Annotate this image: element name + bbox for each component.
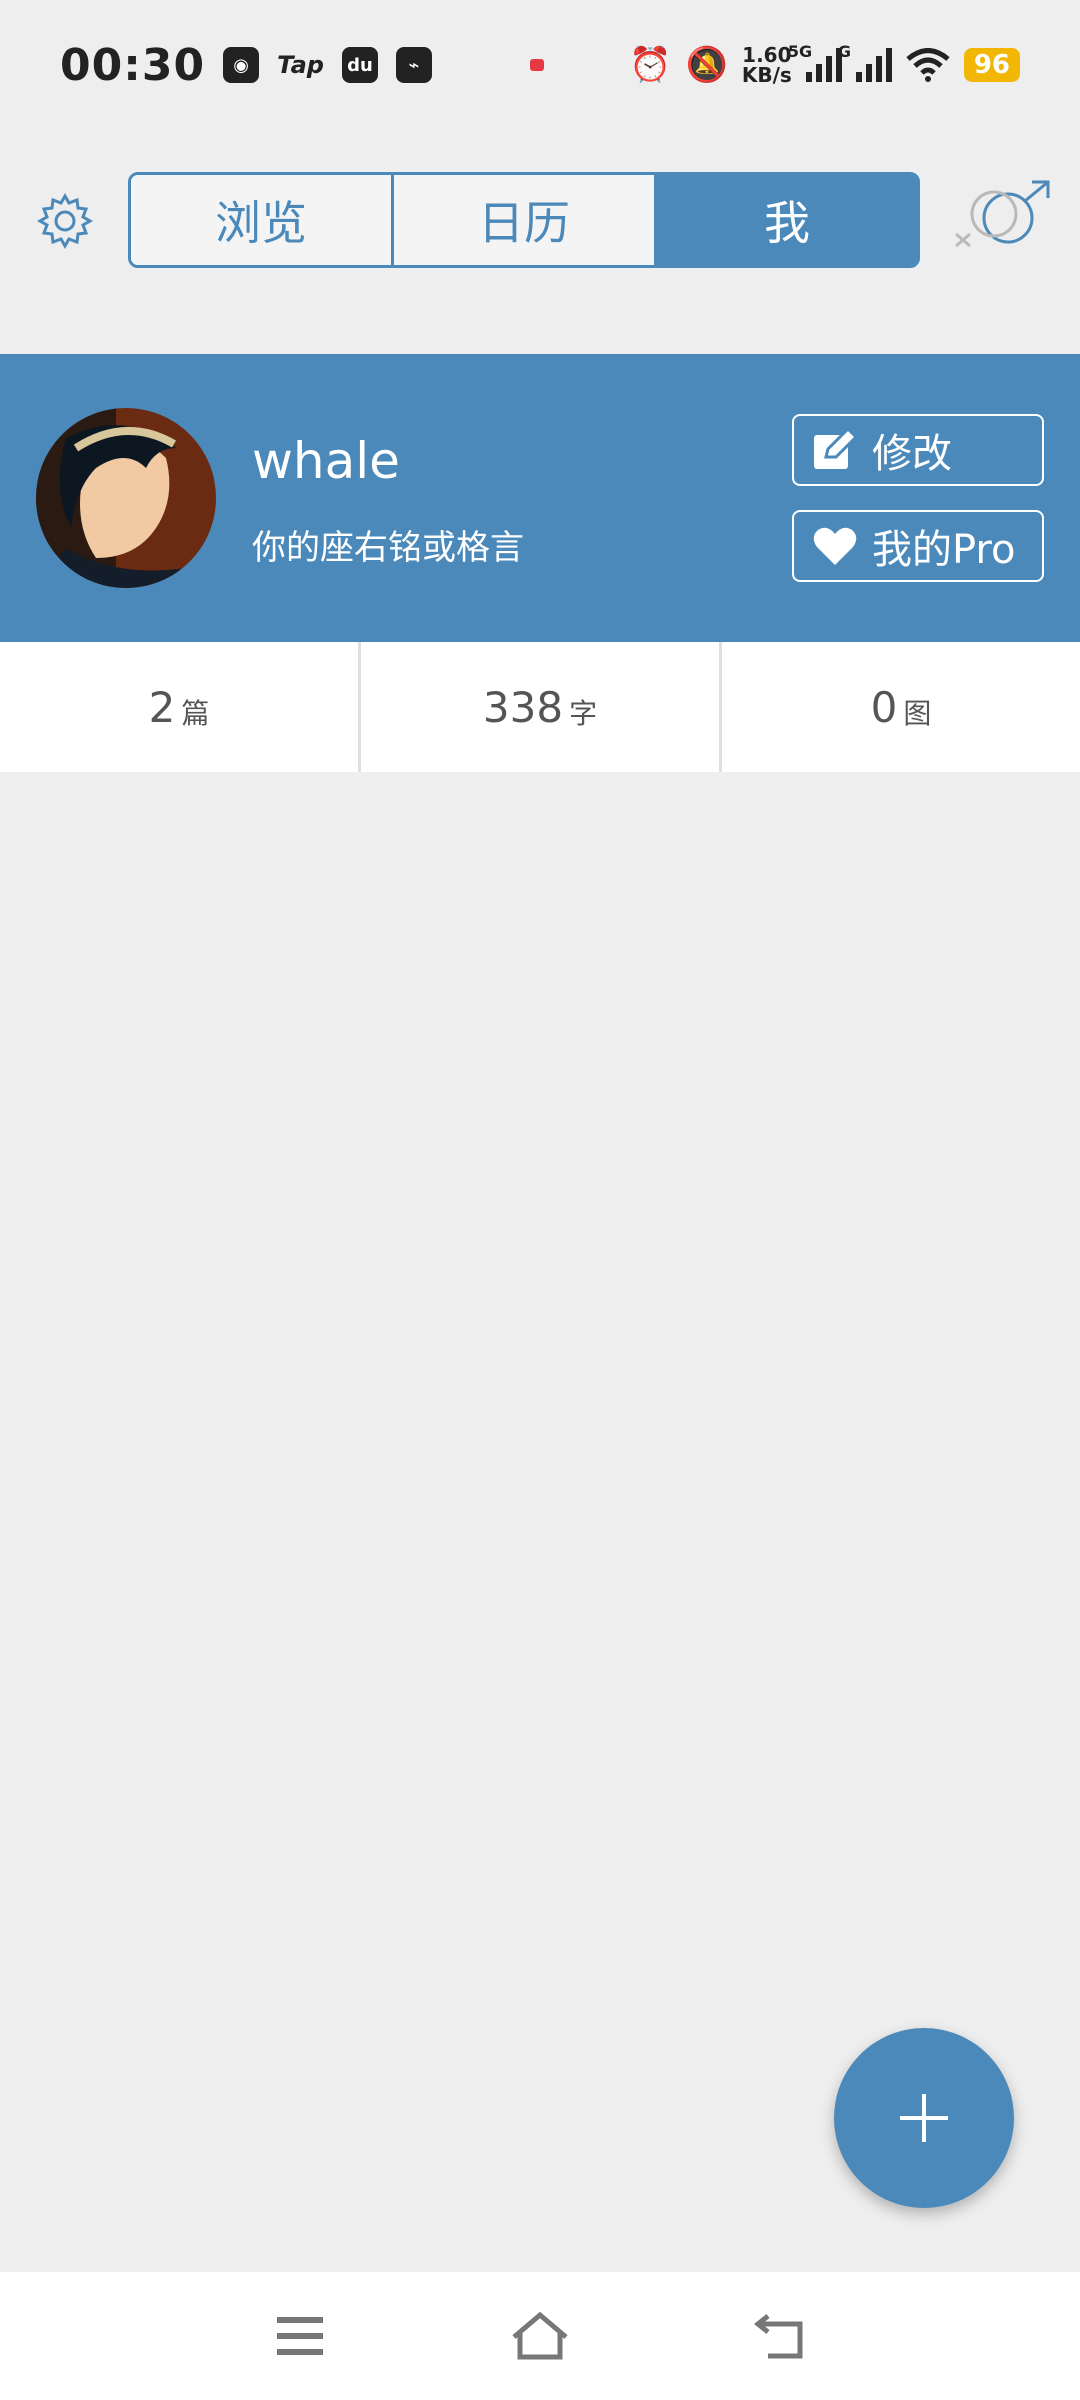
nav-back-button[interactable] <box>735 2301 825 2371</box>
screen: 00:30 ◉ Tap du ⌁ ⏰ 🔕 1.60 KB/s 5G G 96 浏… <box>0 0 1080 2400</box>
nav-home-button[interactable] <box>495 2301 585 2371</box>
tab-browse[interactable]: 浏览 <box>131 175 391 265</box>
gear-icon <box>36 192 94 250</box>
status-bar: 00:30 ◉ Tap du ⌁ ⏰ 🔕 1.60 KB/s 5G G 96 <box>0 0 1080 130</box>
tap-app-icon: Tap <box>277 51 324 79</box>
stat-posts-unit: 篇 <box>181 697 210 730</box>
tab-bar: 浏览 日历 我 <box>128 172 920 268</box>
stat-images-value: 0 <box>870 682 898 732</box>
back-icon <box>754 2314 803 2359</box>
home-icon <box>512 2311 568 2360</box>
header: 浏览 日历 我 <box>0 172 1080 268</box>
system-nav-bar <box>0 2272 1080 2400</box>
nav-menu-button[interactable] <box>255 2301 345 2371</box>
status-time: 00:30 <box>60 39 206 91</box>
edit-label: 修改 <box>872 431 952 477</box>
tab-calendar[interactable]: 日历 <box>391 175 654 265</box>
alarm-icon: ⏰ <box>629 45 672 85</box>
heart-icon <box>813 527 857 565</box>
tab-me[interactable]: 我 <box>654 175 917 265</box>
stat-posts[interactable]: 2 篇 <box>0 642 358 772</box>
add-entry-button[interactable] <box>834 2028 1014 2208</box>
pro-label: 我的Pro <box>872 527 1016 573</box>
network-g-label: G <box>837 42 851 61</box>
plus-icon <box>900 2094 948 2142</box>
battery-indicator: 96 <box>963 48 1020 82</box>
motto-text: 你的座右铭或格言 <box>252 528 524 568</box>
app-notification-icon: ◉ <box>223 47 260 83</box>
stat-images-unit: 图 <box>903 697 932 730</box>
gender-icon <box>955 180 1050 248</box>
settings-button[interactable] <box>34 190 96 252</box>
edit-icon <box>814 427 858 469</box>
signal-icon-5g: 5G <box>788 42 842 82</box>
du-app-icon: du <box>341 47 378 83</box>
menu-icon <box>277 2317 323 2355</box>
status-right: ⏰ 🔕 1.60 KB/s 5G G 96 <box>629 42 1020 85</box>
stats-bar: 2 篇 338 字 0 图 <box>0 642 1080 772</box>
red-notification-icon <box>529 59 544 71</box>
stat-words-value: 338 <box>482 682 564 732</box>
edit-profile-button[interactable]: 修改 <box>792 414 1044 486</box>
wifi-icon <box>906 48 950 82</box>
mute-icon: 🔕 <box>685 45 728 85</box>
profile-banner: whale 你的座右铭或格言 修改 我的Pro <box>0 354 1080 642</box>
status-left: 00:30 ◉ Tap du ⌁ <box>60 40 544 91</box>
network-5g-label: 5G <box>787 42 813 61</box>
signal-icon-g: G <box>838 42 892 82</box>
stat-posts-value: 2 <box>148 682 176 732</box>
netspeed: 1.60 KB/s <box>742 45 792 85</box>
link-app-icon: ⌁ <box>395 47 432 83</box>
stat-words[interactable]: 338 字 <box>358 642 719 772</box>
gender-button[interactable] <box>948 180 1058 260</box>
my-pro-button[interactable]: 我的Pro <box>792 510 1044 582</box>
stat-words-unit: 字 <box>569 697 598 730</box>
avatar-image <box>36 408 216 588</box>
netspeed-unit: KB/s <box>741 63 792 87</box>
avatar[interactable] <box>36 408 216 588</box>
stat-images[interactable]: 0 图 <box>719 642 1080 772</box>
username: whale <box>252 432 400 490</box>
